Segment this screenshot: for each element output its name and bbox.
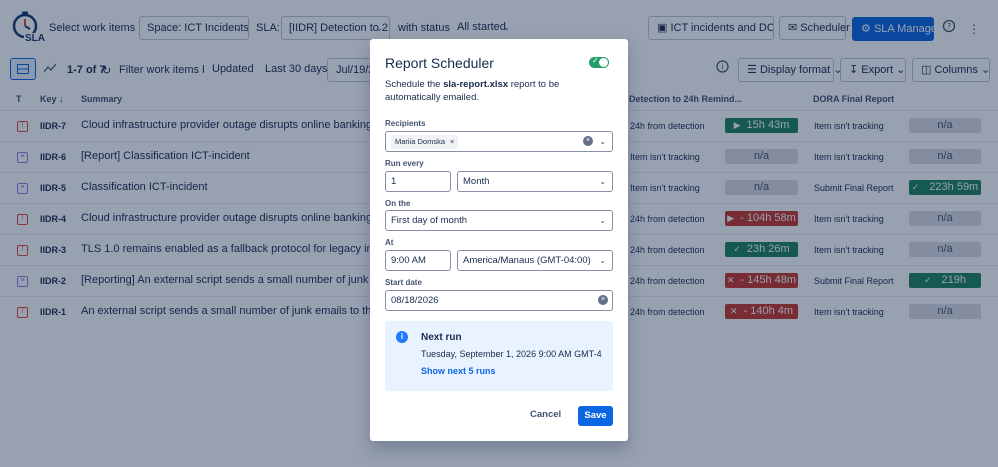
timezone-select[interactable]: America/Manaus (GMT-04:00) ⌄ [457, 250, 613, 271]
dialog-description: Schedule the sla-report.xlsx report to b… [385, 78, 615, 104]
next-run-title: Next run [421, 332, 462, 343]
chevron-down-icon: ⌄ [599, 177, 606, 186]
start-date-input[interactable]: 08/18/2026 × [385, 290, 613, 311]
start-date-value: 08/18/2026 [391, 295, 439, 306]
start-date-label: Start date [385, 278, 422, 287]
chevron-down-icon: ⌄ [599, 216, 606, 225]
on-the-value: First day of month [391, 215, 468, 226]
on-the-select[interactable]: First day of month ⌄ [385, 210, 613, 231]
next-run-date: Tuesday, September 1, 2026 9:00 AM GMT-4 [421, 349, 602, 359]
next-run-panel: i Next run Tuesday, September 1, 2026 9:… [385, 321, 613, 391]
toggle-knob [599, 58, 608, 67]
check-icon: ✓ [592, 56, 599, 65]
remove-recipient-icon[interactable]: × [450, 137, 454, 146]
dialog-title: Report Scheduler [385, 55, 494, 71]
chevron-down-icon[interactable]: ⌄ [599, 132, 606, 151]
desc-prefix: Schedule the [385, 79, 444, 90]
chevron-down-icon: ⌄ [599, 256, 606, 265]
report-filename: sla-report.xlsx [443, 79, 509, 90]
info-icon: i [396, 331, 408, 343]
scheduler-enabled-toggle[interactable]: ✓ [589, 56, 609, 68]
show-next-runs-link[interactable]: Show next 5 runs [421, 366, 496, 376]
sla-app: SLA Select work items by: Space: ICT Inc… [0, 0, 998, 467]
at-label: At [385, 238, 394, 247]
run-every-unit-value: Month [463, 176, 490, 187]
timezone-value: America/Manaus (GMT-04:00) [463, 255, 591, 266]
clear-icon[interactable]: × [583, 136, 593, 146]
run-every-input[interactable]: 1 [385, 171, 451, 192]
save-button[interactable]: Save [578, 406, 613, 426]
clear-icon[interactable]: × [598, 295, 608, 305]
report-scheduler-dialog: Report Scheduler ✓ Schedule the sla-repo… [370, 39, 628, 441]
recipient-name: Mariia Domska [395, 137, 446, 146]
recipients-label: Recipients [385, 119, 426, 128]
time-input[interactable]: 9:00 AM [385, 250, 451, 271]
cancel-button[interactable]: Cancel [530, 409, 561, 420]
run-every-label: Run every [385, 159, 424, 168]
run-every-unit-select[interactable]: Month ⌄ [457, 171, 613, 192]
recipient-chip: Mariia Domska × [391, 135, 459, 149]
recipients-field[interactable]: Mariia Domska × × ⌄ [385, 131, 613, 152]
on-the-label: On the [385, 199, 411, 208]
